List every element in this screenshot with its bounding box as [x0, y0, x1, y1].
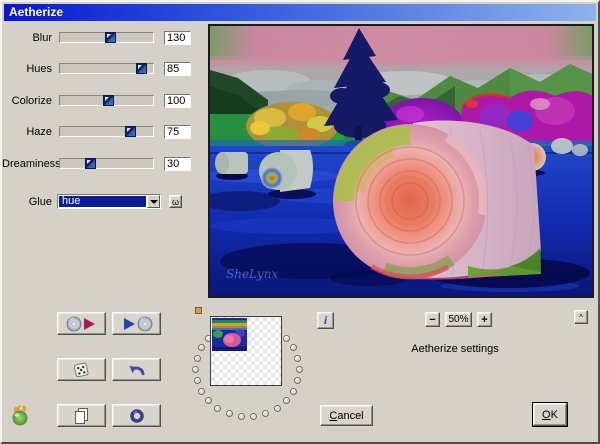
zoom-level-button[interactable]: 50%: [445, 312, 472, 327]
memory-dot[interactable]: [198, 388, 205, 395]
flaming-pear-logo[interactable]: [8, 402, 32, 426]
memory-dot[interactable]: [198, 344, 205, 351]
slider-value-input[interactable]: [164, 62, 191, 76]
slider-row-colorize: Colorize: [2, 94, 202, 109]
plus-icon: +: [481, 314, 487, 326]
slider-track[interactable]: [59, 158, 154, 169]
zoom-in-button[interactable]: +: [477, 312, 492, 327]
memory-dot[interactable]: [238, 413, 245, 420]
save-preset-button[interactable]: [112, 312, 161, 335]
undo-button[interactable]: [112, 358, 161, 381]
settings-thumbnail: [212, 318, 247, 351]
memory-dot[interactable]: [192, 366, 199, 373]
caret-icon: ^: [579, 313, 583, 322]
collapse-button[interactable]: ^: [574, 310, 588, 324]
memory-dot[interactable]: [294, 377, 301, 384]
slider-row-haze: Haze: [2, 125, 202, 140]
ok-button-frame: OK: [532, 402, 568, 427]
memory-dot[interactable]: [205, 397, 212, 404]
preview-pane[interactable]: SheLynx: [208, 24, 594, 298]
slider-value-input[interactable]: [164, 125, 191, 139]
memory-dot[interactable]: [283, 335, 290, 342]
slider-track[interactable]: [59, 63, 154, 74]
slider-label: Haze: [2, 126, 52, 138]
slider-thumb[interactable]: [136, 63, 147, 74]
slider-label: Blur: [2, 32, 52, 44]
slider-track[interactable]: [59, 95, 154, 106]
memory-dot[interactable]: [296, 366, 303, 373]
slider-value-input[interactable]: [164, 157, 191, 171]
play-disc-icon: [121, 316, 153, 332]
zoom-out-button[interactable]: −: [425, 312, 440, 327]
settings-caption: Aetherize settings: [342, 343, 568, 355]
load-preset-button[interactable]: [57, 312, 106, 335]
slider-row-hues: Hues: [2, 62, 202, 77]
slider-label: Colorize: [2, 95, 52, 107]
slider-label: Dreaminess: [2, 158, 52, 170]
chevron-down-icon: [150, 200, 158, 204]
slider-thumb[interactable]: [103, 95, 114, 106]
glue-dropdown[interactable]: hue: [57, 194, 161, 209]
memory-dot[interactable]: [262, 410, 269, 417]
memory-dot[interactable]: [250, 413, 257, 420]
cancel-button[interactable]: Cancel: [320, 405, 373, 426]
memory-dot[interactable]: [194, 355, 201, 362]
undo-arrow-icon: [128, 362, 146, 378]
zoom-level-label: 50%: [448, 314, 468, 325]
randomize-button[interactable]: [57, 358, 106, 381]
glue-selected-option: hue: [59, 196, 146, 207]
ok-button[interactable]: OK: [533, 403, 567, 426]
cancel-button-label: Cancel: [329, 410, 363, 422]
blue-ring-icon: [129, 408, 145, 424]
aetherize-dialog: Aetherize Blur Hues Colorize Haze Dreami…: [0, 0, 600, 444]
disc-play-icon: [66, 316, 98, 332]
omega-glyph: ω: [172, 197, 179, 207]
watermark: SheLynx: [226, 267, 278, 281]
memory-dot[interactable]: [226, 410, 233, 417]
memory-dot[interactable]: [290, 344, 297, 351]
preview-image: SheLynx: [210, 26, 592, 296]
window-title: Aetherize: [9, 5, 63, 19]
memory-dot[interactable]: [274, 405, 281, 412]
pages-button[interactable]: [57, 404, 106, 427]
slider-track[interactable]: [59, 126, 154, 137]
slider-value-input[interactable]: [164, 94, 191, 108]
documents-icon: [73, 407, 90, 425]
slider-track[interactable]: [59, 32, 154, 43]
memory-dot[interactable]: [294, 355, 301, 362]
info-icon: i: [324, 313, 327, 328]
slider-thumb[interactable]: [125, 126, 136, 137]
dice-icon: [72, 360, 91, 379]
glue-label: Glue: [2, 196, 52, 208]
info-button[interactable]: i: [317, 312, 334, 329]
slider-row-dreaminess: Dreaminess: [2, 157, 202, 172]
dial-preview-box[interactable]: [210, 316, 282, 386]
glue-swap-button[interactable]: ω: [169, 195, 182, 208]
slider-thumb[interactable]: [85, 158, 96, 169]
minus-icon: −: [429, 314, 435, 326]
dial-marker[interactable]: [195, 307, 202, 314]
titlebar[interactable]: Aetherize: [4, 4, 596, 21]
slider-thumb[interactable]: [105, 32, 116, 43]
memory-dot[interactable]: [214, 405, 221, 412]
slider-row-blur: Blur: [2, 31, 202, 46]
slider-value-input[interactable]: [164, 31, 191, 45]
memory-dot[interactable]: [290, 388, 297, 395]
ok-button-label: OK: [542, 409, 558, 421]
dropdown-button[interactable]: [147, 195, 160, 208]
ring-button[interactable]: [112, 404, 161, 427]
memory-dot[interactable]: [283, 397, 290, 404]
slider-label: Hues: [2, 63, 52, 75]
memory-dot[interactable]: [194, 377, 201, 384]
